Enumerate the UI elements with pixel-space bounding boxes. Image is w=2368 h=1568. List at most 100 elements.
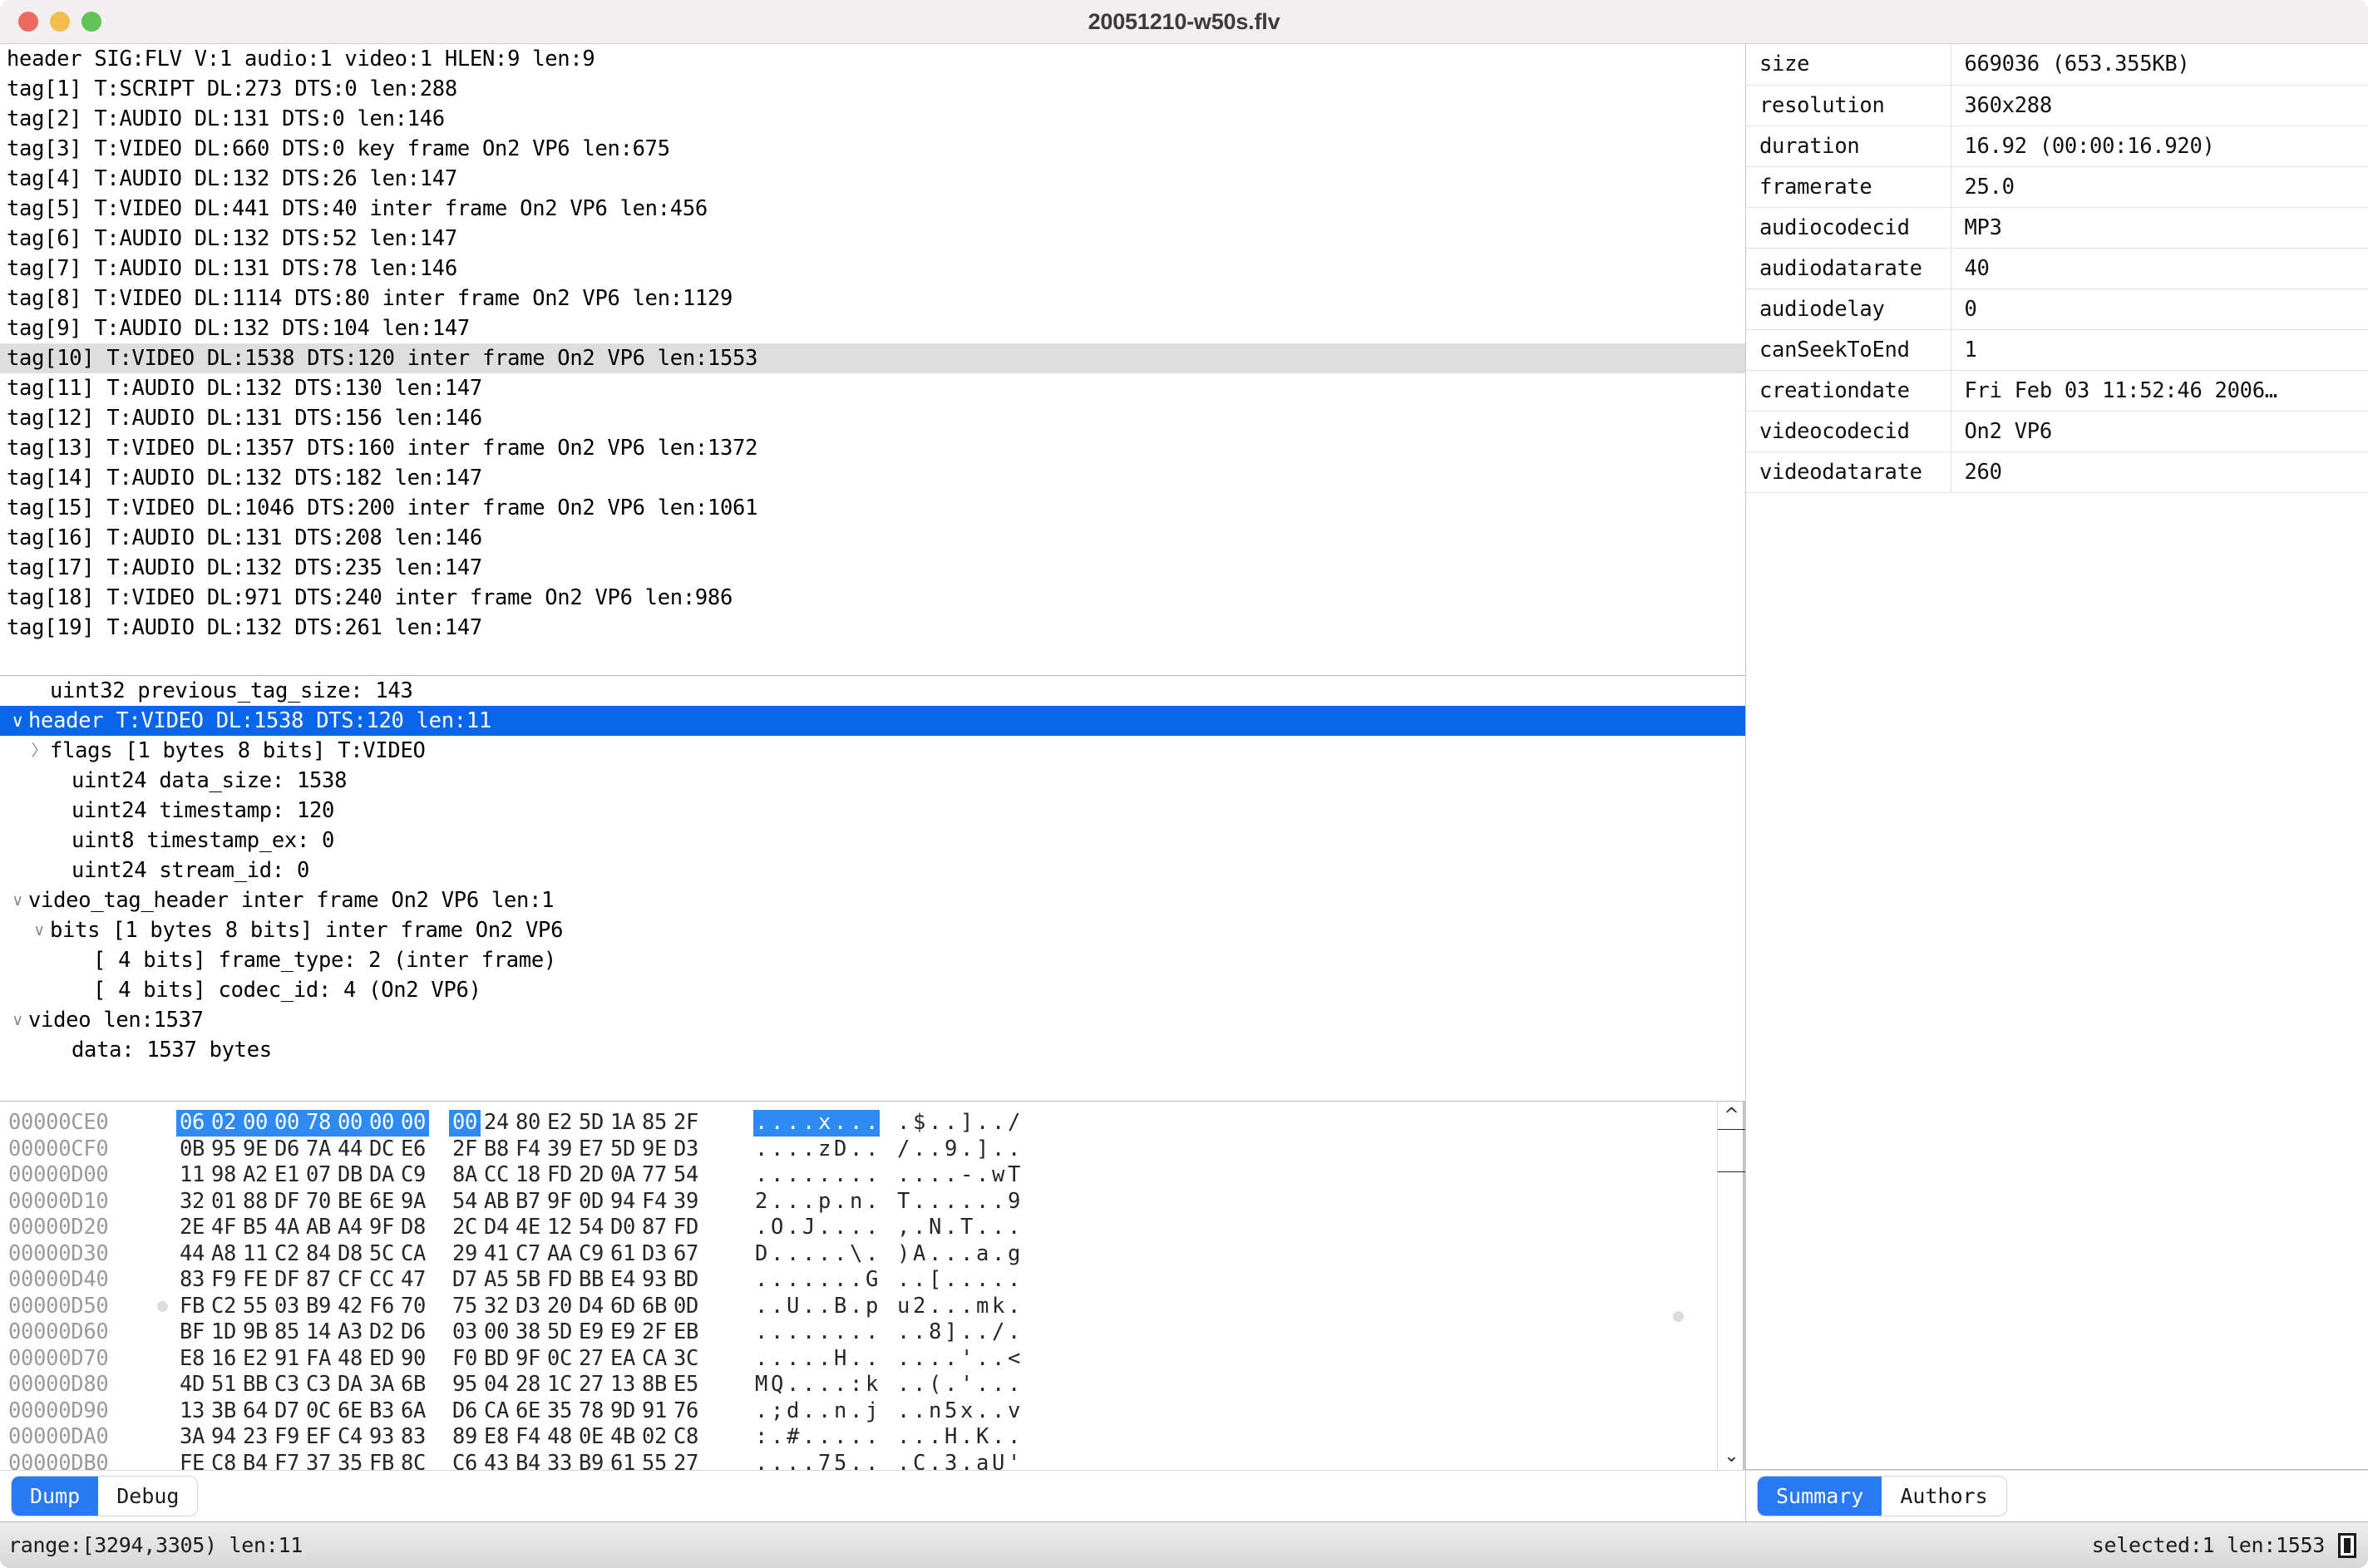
hex-bytes-group[interactable]: 06 02 00 00 78 00 00 00 00 24 80 E2 5D 1A 85 2F: [176, 1110, 702, 1137]
hex-byte[interactable]: E2: [239, 1346, 271, 1373]
hex-ascii-char[interactable]: v: [1006, 1398, 1022, 1425]
hex-ascii-char[interactable]: /: [1006, 1110, 1022, 1137]
hex-ascii-char[interactable]: T: [895, 1189, 911, 1215]
hex-ascii-group[interactable]: :. #........ H. K..: [753, 1424, 1022, 1451]
hex-byte[interactable]: 54: [670, 1162, 702, 1189]
hex-ascii-group[interactable]: .... 7 5... C. 3. a U ': [753, 1451, 1022, 1471]
hex-byte[interactable]: EB: [670, 1319, 702, 1346]
hex-ascii-char[interactable]: .: [959, 1294, 974, 1320]
hex-byte[interactable]: 87: [639, 1215, 670, 1241]
hex-ascii-char[interactable]: .: [801, 1137, 816, 1163]
hex-byte[interactable]: E9: [607, 1319, 639, 1346]
hex-byte[interactable]: 4E: [512, 1215, 544, 1241]
hex-ascii-char[interactable]: .: [974, 1189, 990, 1215]
hex-ascii-char[interactable]: A: [911, 1241, 927, 1268]
hex-ascii-char[interactable]: .: [832, 1110, 848, 1137]
hex-ascii-char[interactable]: .: [801, 1424, 816, 1451]
tag-list-row[interactable]: tag[19] T:AUDIO DL:132 DTS:261 len:147: [0, 613, 1745, 643]
hex-ascii-char[interactable]: .: [816, 1294, 832, 1320]
hex-ascii-char[interactable]: [: [927, 1267, 943, 1294]
hex-ascii-char[interactable]: .: [895, 1162, 911, 1189]
detail-tree-row[interactable]: [ 4 bits] frame_type: 2 (inter frame): [0, 945, 1745, 975]
hex-byte[interactable]: FD: [670, 1215, 702, 1241]
hex-byte[interactable]: 6E: [512, 1398, 544, 1425]
tag-list-row[interactable]: tag[7] T:AUDIO DL:131 DTS:78 len:146: [0, 254, 1745, 284]
hex-ascii-char[interactable]: .: [848, 1267, 864, 1294]
hex-byte[interactable]: BE: [334, 1189, 366, 1215]
detail-tree-pane[interactable]: uint32 previous_tag_size: 143 ∨ header T:V…: [0, 676, 1745, 1102]
hex-bytes-group[interactable]: E8 16 E2 91 FA 48 ED 90 F0 BD 9F 0C 27 EA CA 3C: [176, 1346, 702, 1373]
hex-ascii-char[interactable]: .: [974, 1319, 990, 1346]
hex-byte[interactable]: 03: [449, 1319, 481, 1346]
hex-ascii-char[interactable]: U: [990, 1451, 1006, 1471]
hex-ascii-char[interactable]: .: [990, 1189, 1006, 1215]
hex-ascii-char[interactable]: <: [1006, 1346, 1022, 1373]
hex-ascii-char[interactable]: .: [927, 1162, 943, 1189]
hex-ascii-char[interactable]: H: [943, 1424, 959, 1451]
hex-ascii-char[interactable]: .: [848, 1398, 864, 1425]
hex-byte[interactable]: D4: [481, 1215, 512, 1241]
hex-ascii-char[interactable]: 2: [753, 1189, 769, 1215]
hex-dump-row[interactable]: 00000D50 FB C2 55 03 B9 42 F6 70 75 32 D3 20 D4 6D 6B 0D…: [0, 1294, 1717, 1320]
detail-tree-row[interactable]: uint8 timestamp_ex: 0: [0, 826, 1745, 855]
chevron-right-icon[interactable]: 〉: [28, 736, 50, 766]
tag-list-row[interactable]: tag[1] T:SCRIPT DL:273 DTS:0 len:288: [0, 74, 1745, 104]
hex-ascii-char[interactable]: .: [769, 1294, 785, 1320]
hex-byte[interactable]: 84: [303, 1241, 334, 1268]
hex-byte[interactable]: 2C: [449, 1215, 481, 1241]
hex-ascii-char[interactable]: .: [864, 1162, 880, 1189]
hex-byte[interactable]: C3: [271, 1372, 303, 1398]
hex-ascii-char[interactable]: .: [974, 1110, 990, 1137]
hex-ascii-char[interactable]: N: [927, 1215, 943, 1241]
hex-ascii-group[interactable]: .... z D.. /.. 9.]..: [753, 1137, 1022, 1163]
hex-byte[interactable]: 9E: [639, 1137, 670, 1163]
detail-tree-row[interactable]: ∨ bits [1 bytes 8 bits] inter frame On2 V…: [0, 915, 1745, 945]
hex-ascii-char[interactable]: G: [864, 1267, 880, 1294]
hex-ascii-char[interactable]: .: [832, 1319, 848, 1346]
hex-byte[interactable]: C3: [303, 1372, 334, 1398]
hex-ascii-char[interactable]: \: [848, 1241, 864, 1268]
hex-byte[interactable]: DF: [271, 1267, 303, 1294]
hex-ascii-char[interactable]: ': [959, 1346, 974, 1373]
hex-dump-row[interactable]: 00000D80 4D 51 BB C3 C3 DA 3A 6B 95 04 28 1C 27 13 8B E5…: [0, 1372, 1717, 1398]
hex-ascii-char[interactable]: .: [801, 1162, 816, 1189]
hex-byte[interactable]: E8: [481, 1424, 512, 1451]
hex-bytes-group[interactable]: 4D 51 BB C3 C3 DA 3A 6B 95 04 28 1C 27 13 8B E5: [176, 1372, 702, 1398]
hex-ascii-char[interactable]: .: [911, 1372, 927, 1398]
hex-byte[interactable]: CF: [334, 1267, 366, 1294]
hex-ascii-char[interactable]: .: [943, 1241, 959, 1268]
hex-byte[interactable]: CA: [397, 1241, 429, 1268]
hex-ascii-char[interactable]: .: [848, 1215, 864, 1241]
tag-list-row[interactable]: tag[5] T:VIDEO DL:441 DTS:40 inter frame…: [0, 194, 1745, 224]
hex-byte[interactable]: C2: [208, 1294, 239, 1320]
hex-ascii-char[interactable]: .: [864, 1451, 880, 1471]
hex-byte[interactable]: 00: [239, 1110, 271, 1137]
hex-ascii-char[interactable]: .: [753, 1398, 769, 1425]
hex-dump-row[interactable]: 00000D30 44 A8 11 C2 84 D8 5C CA 29 41 C7 AA C9 61 D3 67…: [0, 1241, 1717, 1268]
tag-list-row[interactable]: tag[10] T:VIDEO DL:1538 DTS:120 inter fr…: [0, 343, 1745, 373]
hex-byte[interactable]: 61: [607, 1451, 639, 1471]
hex-byte[interactable]: FB: [366, 1451, 397, 1471]
hex-byte[interactable]: 78: [575, 1398, 607, 1425]
hex-byte[interactable]: A2: [239, 1162, 271, 1189]
hex-ascii-char[interactable]: ]: [974, 1137, 990, 1163]
hex-byte[interactable]: 54: [449, 1189, 481, 1215]
hex-byte[interactable]: AB: [303, 1215, 334, 1241]
hex-ascii-char[interactable]: .: [753, 1267, 769, 1294]
hex-ascii-char[interactable]: .: [801, 1241, 816, 1268]
tag-list-row[interactable]: tag[16] T:AUDIO DL:131 DTS:208 len:146: [0, 523, 1745, 553]
resize-grip-icon[interactable]: [2338, 1532, 2356, 1558]
hex-byte[interactable]: 24: [481, 1110, 512, 1137]
tab-summary[interactable]: Summary: [1758, 1476, 1882, 1516]
hex-byte[interactable]: BD: [481, 1346, 512, 1373]
hex-ascii-char[interactable]: .: [832, 1372, 848, 1398]
hex-ascii-char[interactable]: T: [959, 1215, 974, 1241]
hex-byte[interactable]: C8: [208, 1451, 239, 1471]
hex-byte[interactable]: 55: [239, 1294, 271, 1320]
hex-ascii-char[interactable]: :: [753, 1424, 769, 1451]
hex-ascii-char[interactable]: .: [769, 1451, 785, 1471]
hex-ascii-char[interactable]: .: [927, 1451, 943, 1471]
hex-ascii-char[interactable]: .: [990, 1110, 1006, 1137]
hex-byte[interactable]: C4: [334, 1424, 366, 1451]
hex-ascii-char[interactable]: .: [769, 1267, 785, 1294]
